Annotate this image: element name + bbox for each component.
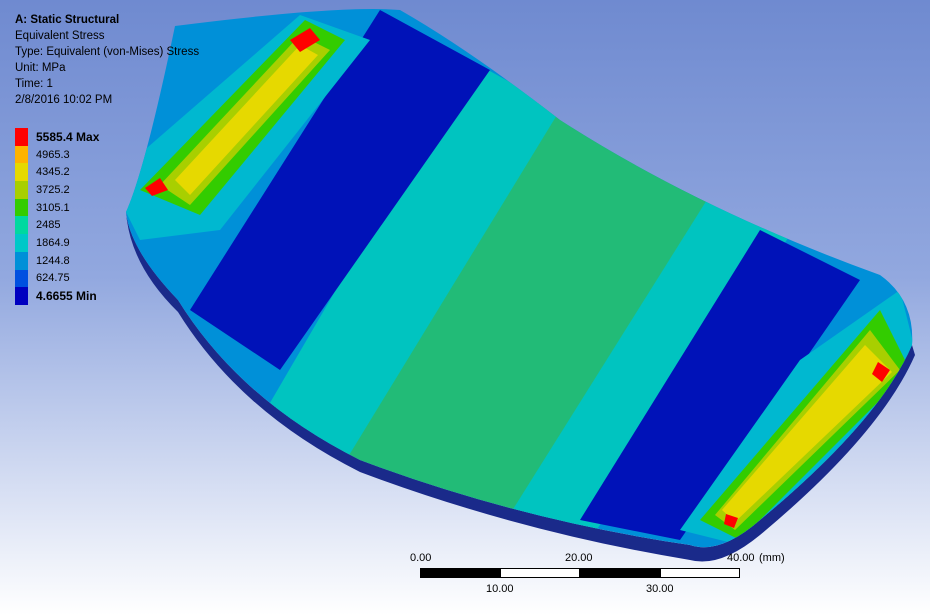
scale-label: 40.00 <box>727 552 755 564</box>
scale-segment <box>500 568 580 578</box>
legend-row: 1244.8 <box>15 251 99 270</box>
legend-row: 3105.1 <box>15 198 99 217</box>
scale-segment <box>660 568 740 578</box>
result-name: Equivalent Stress <box>15 30 105 42</box>
legend-swatch <box>15 216 28 235</box>
legend-swatch <box>15 181 28 199</box>
result-unit: Unit: MPa <box>15 62 66 74</box>
analysis-title: A: Static Structural <box>15 14 120 26</box>
result-time: Time: 1 <box>15 78 53 90</box>
legend-swatch <box>15 128 28 146</box>
contour-legend[interactable]: 5585.4 Max 4965.3 4345.2 3725.2 3105.1 2… <box>15 128 99 305</box>
scale-segment <box>580 568 660 578</box>
legend-label: 3725.2 <box>36 183 70 196</box>
legend-min-label: 4.6655 Min <box>36 289 97 304</box>
scale-unit: (mm) <box>759 552 785 564</box>
scale-label: 20.00 <box>565 552 593 564</box>
legend-row: 2485 <box>15 216 99 235</box>
scale-label: 0.00 <box>410 552 432 564</box>
legend-row: 624.75 <box>15 269 99 288</box>
scale-label: 10.00 <box>486 583 514 595</box>
legend-swatch <box>15 234 28 252</box>
graphics-viewport[interactable]: A: Static Structural Equivalent Stress T… <box>0 0 930 615</box>
legend-row: 3725.2 <box>15 181 99 199</box>
scale-ruler: 0.00 20.00 40.00 (mm) 10.00 30.00 <box>400 548 785 603</box>
scale-segment <box>420 568 500 578</box>
legend-row: 4.6655 Min <box>15 287 99 305</box>
legend-label: 1244.8 <box>36 254 70 267</box>
legend-label: 4345.2 <box>36 166 70 179</box>
legend-swatch <box>15 287 28 305</box>
legend-label: 624.75 <box>36 272 70 285</box>
legend-label: 3105.1 <box>36 201 70 214</box>
legend-row: 1864.9 <box>15 234 99 252</box>
legend-label: 2485 <box>36 219 61 232</box>
legend-row: 4965.3 <box>15 145 99 164</box>
legend-swatch <box>15 269 28 288</box>
legend-swatch <box>15 198 28 217</box>
legend-row: 4345.2 <box>15 163 99 182</box>
legend-label: 4965.3 <box>36 148 70 161</box>
legend-swatch <box>15 251 28 270</box>
legend-label: 1864.9 <box>36 236 70 249</box>
result-date: 2/8/2016 10:02 PM <box>15 94 113 106</box>
result-type: Type: Equivalent (von-Mises) Stress <box>15 46 200 58</box>
legend-swatch <box>15 145 28 164</box>
scale-label: 30.00 <box>646 583 674 595</box>
legend-swatch <box>15 163 28 182</box>
legend-row: 5585.4 Max <box>15 128 99 146</box>
legend-max-label: 5585.4 Max <box>36 129 100 144</box>
result-info: A: Static Structural Equivalent Stress T… <box>15 12 199 108</box>
